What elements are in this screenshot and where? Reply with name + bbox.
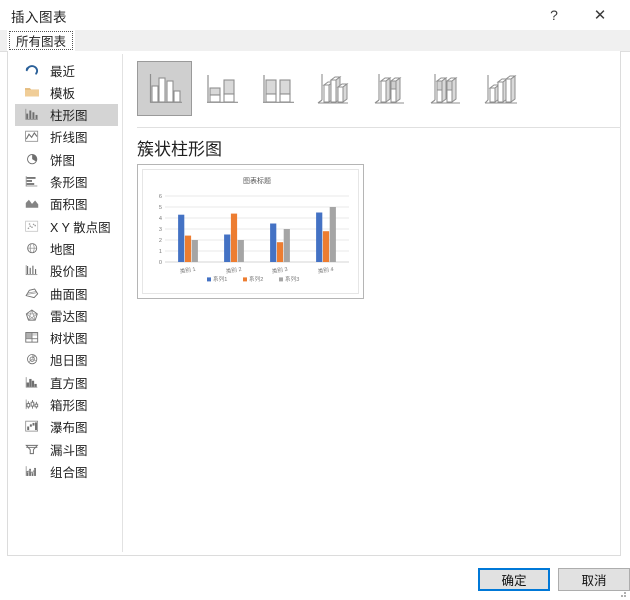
chart-subtype-3d-clustered-column[interactable]: [305, 61, 360, 116]
sidebar-item-funnel-chart[interactable]: 漏斗图: [15, 438, 118, 460]
chart-subtype-clustered-column[interactable]: [137, 61, 192, 116]
sidebar-item-label: 柱形图: [50, 109, 88, 124]
sidebar-item-label: 折线图: [50, 131, 88, 146]
svg-text:系列3: 系列3: [285, 275, 299, 283]
pie-chart-icon: [21, 150, 43, 168]
svg-text:6: 6: [159, 194, 162, 200]
sidebar-item-line-chart[interactable]: 折线图: [15, 126, 118, 148]
sidebar-item-label: 箱形图: [50, 399, 88, 413]
gallery-divider: [137, 127, 621, 128]
close-icon[interactable]: ✕: [580, 0, 620, 30]
chart-subtype-3d-stacked-column[interactable]: [361, 61, 416, 116]
sidebar-item-sunburst-chart[interactable]: 旭日图: [15, 349, 118, 371]
sidebar-item-label: 模板: [50, 86, 76, 101]
sidebar-item-template-folder[interactable]: 模板: [15, 81, 118, 103]
sidebar-item-label: 直方图: [50, 376, 88, 391]
svg-text:类别 4: 类别 4: [317, 265, 334, 275]
sidebar-item-label: 树状图: [50, 332, 88, 347]
histogram-chart-icon: [21, 373, 43, 391]
chart-subtype-stacked-column[interactable]: [193, 61, 248, 116]
tab-all-charts-label: 所有图表: [16, 35, 67, 49]
svg-text:5: 5: [159, 205, 162, 211]
svg-text:类别 3: 类别 3: [271, 265, 288, 275]
dialog-title-bar: 插入图表 ? ✕: [0, 0, 630, 30]
area-chart-icon: [21, 195, 43, 213]
radar-chart-icon: [21, 306, 43, 324]
scatter-chart-icon: [21, 217, 43, 235]
svg-text:系列2: 系列2: [249, 275, 263, 283]
sidebar-item-treemap-chart[interactable]: 树状图: [15, 327, 118, 349]
stock-chart-icon: [21, 262, 43, 280]
sidebar-item-map-chart[interactable]: 地图: [15, 237, 118, 259]
sidebar-item-area-chart[interactable]: 面积图: [15, 193, 118, 215]
resize-grip[interactable]: [617, 588, 627, 598]
chart-subtype-100-percent-stacked-column[interactable]: [249, 61, 304, 116]
sidebar-item-label: 瀑布图: [50, 421, 88, 436]
sidebar-item-label: 最近: [50, 64, 76, 79]
sidebar-item-label: 漏斗图: [50, 443, 88, 458]
sidebar-item-label: 组合图: [50, 465, 88, 480]
boxplot-chart-icon: [21, 396, 43, 414]
sidebar-item-histogram-chart[interactable]: 直方图: [15, 371, 118, 393]
preview-heading: 簇状柱形图: [137, 140, 222, 159]
svg-text:类别 2: 类别 2: [225, 265, 242, 275]
chart-type-content: 簇状柱形图 图表标题 0 1 2 3 4 5 6 类别 1 类别 2 类别 3 类别 4 系列1 系列2 系…: [123, 51, 621, 555]
chart-subtype-3d-column[interactable]: [473, 61, 528, 116]
chart-subtype-gallery: [137, 61, 528, 116]
svg-text:2: 2: [159, 238, 162, 244]
dialog-body: 最近 模板 柱形图 折线图 饼图 条形图面积图 X Y 散点图 地图 股价图 曲…: [7, 51, 621, 556]
sidebar-item-column-chart[interactable]: 柱形图: [15, 103, 118, 126]
svg-text:0: 0: [159, 260, 162, 266]
treemap-chart-icon: [21, 329, 43, 347]
sidebar-item-label: 曲面图: [50, 287, 88, 302]
combo-chart-icon: [21, 462, 43, 480]
map-chart-icon: [21, 239, 43, 257]
sidebar-item-label: 旭日图: [50, 354, 88, 369]
chart-preview-frame[interactable]: 图表标题 0 1 2 3 4 5 6 类别 1 类别 2 类别 3 类别 4 系列1 系列2 系列3: [137, 164, 364, 299]
sidebar-item-label: X Y 散点图: [50, 220, 111, 235]
template-folder-icon: [21, 83, 43, 101]
sidebar-item-bar-chart[interactable]: 条形图: [15, 171, 118, 193]
tab-strip: 所有图表: [0, 30, 630, 52]
sidebar-item-label: 饼图: [50, 153, 76, 168]
help-icon[interactable]: ?: [534, 0, 574, 30]
line-chart-icon: [21, 128, 43, 146]
svg-text:图表标题: 图表标题: [243, 176, 271, 185]
waterfall-chart-icon: [21, 418, 43, 436]
sidebar-item-waterfall-chart[interactable]: 瀑布图: [15, 416, 118, 438]
bar-chart-icon: [21, 173, 43, 191]
ok-button[interactable]: 确定: [478, 568, 550, 591]
sidebar-item-label: 面积图: [50, 198, 88, 213]
sidebar-item-boxplot-chart[interactable]: 箱形图: [15, 394, 118, 416]
svg-text:1: 1: [159, 249, 162, 255]
tab-all-charts[interactable]: 所有图表: [7, 30, 76, 51]
svg-text:类别 1: 类别 1: [179, 265, 196, 275]
svg-text:3: 3: [159, 227, 162, 233]
sidebar-item-scatter-chart[interactable]: X Y 散点图: [15, 215, 118, 237]
sidebar-item-label: 股价图: [50, 265, 88, 280]
sunburst-chart-icon: [21, 351, 43, 369]
surface-chart-icon: [21, 284, 43, 302]
svg-text:系列1: 系列1: [213, 275, 227, 283]
svg-text:4: 4: [159, 216, 162, 222]
sidebar-item-pie-chart[interactable]: 饼图: [15, 148, 118, 170]
sidebar-item-label: 地图: [50, 242, 76, 257]
chart-type-sidebar: 最近 模板 柱形图 折线图 饼图 条形图面积图 X Y 散点图 地图 股价图 曲…: [8, 51, 122, 555]
sidebar-item-combo-chart[interactable]: 组合图: [15, 460, 118, 482]
recent-undo-icon: [21, 61, 43, 79]
funnel-chart-icon: [21, 440, 43, 458]
sidebar-item-recent-undo[interactable]: 最近: [15, 59, 118, 81]
sidebar-item-stock-chart[interactable]: 股价图: [15, 260, 118, 282]
chart-preview-clustered-column: 图表标题 0 1 2 3 4 5 6 类别 1 类别 2 类别 3 类别 4 系列1 系列2 系列3: [142, 169, 359, 294]
chart-subtype-3d-100-percent-stacked-column[interactable]: [417, 61, 472, 116]
sidebar-item-label: 条形图: [50, 176, 88, 190]
column-chart-icon: [21, 106, 43, 124]
sidebar-item-radar-chart[interactable]: 雷达图: [15, 304, 118, 326]
sidebar-item-surface-chart[interactable]: 曲面图: [15, 282, 118, 304]
sidebar-item-label: 雷达图: [50, 309, 88, 324]
page-title: 插入图表: [11, 10, 67, 25]
